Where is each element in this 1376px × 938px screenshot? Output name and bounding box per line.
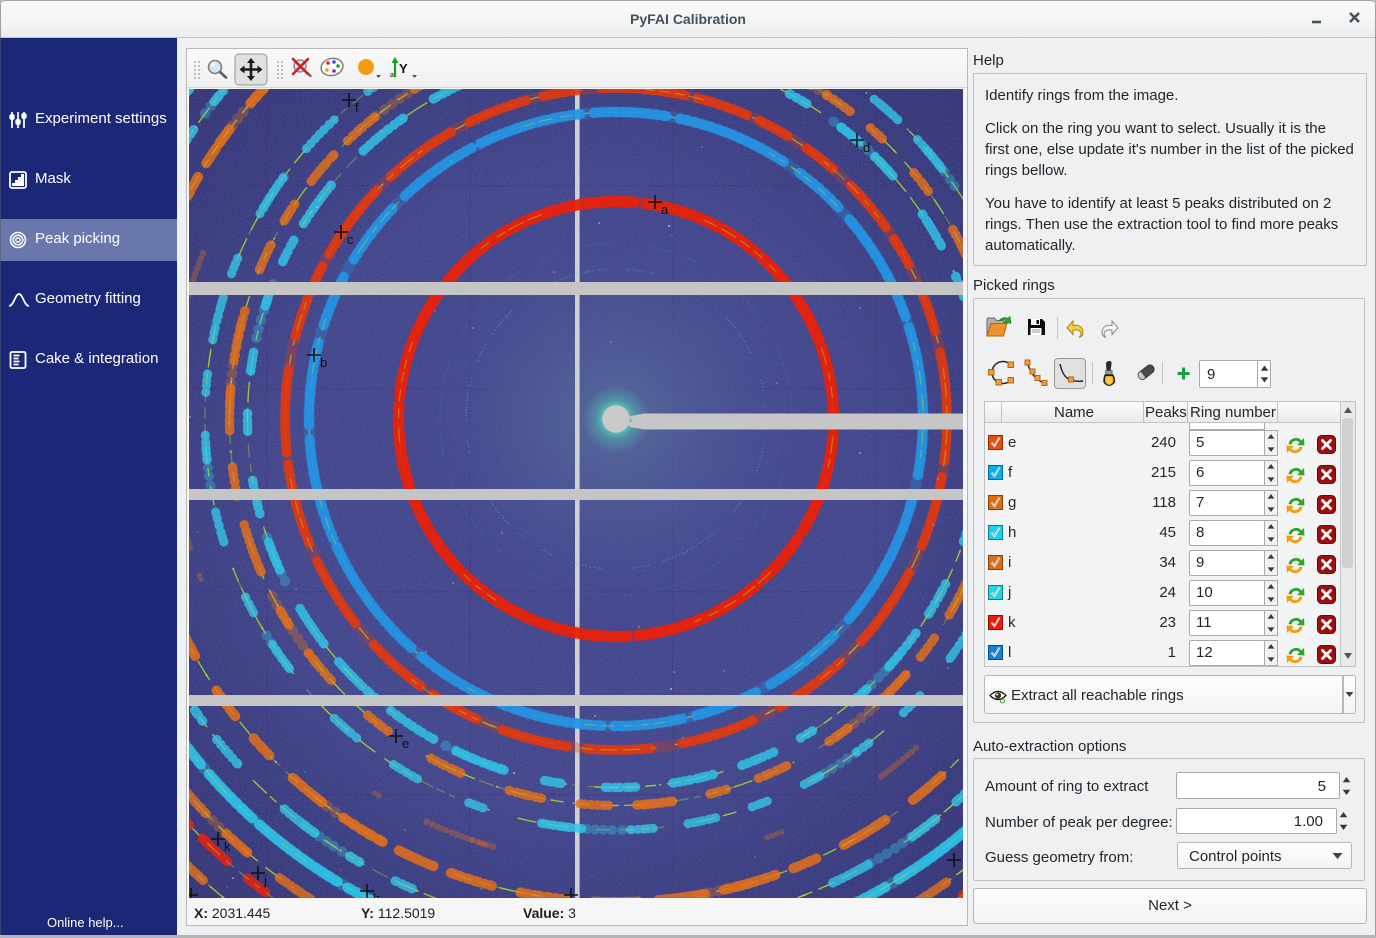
svg-text:e: e: [402, 736, 409, 751]
svg-text:f: f: [355, 100, 359, 115]
svg-text:a: a: [661, 202, 669, 217]
svg-text:Y: Y: [399, 61, 408, 76]
svg-text:c: c: [347, 232, 354, 247]
svg-text:h: h: [373, 891, 380, 898]
svg-text:a: a: [390, 72, 394, 79]
svg-text:d: d: [863, 140, 870, 155]
svg-text:j: j: [263, 873, 267, 888]
svg-text:k: k: [224, 839, 231, 854]
svg-text:b: b: [320, 355, 327, 370]
